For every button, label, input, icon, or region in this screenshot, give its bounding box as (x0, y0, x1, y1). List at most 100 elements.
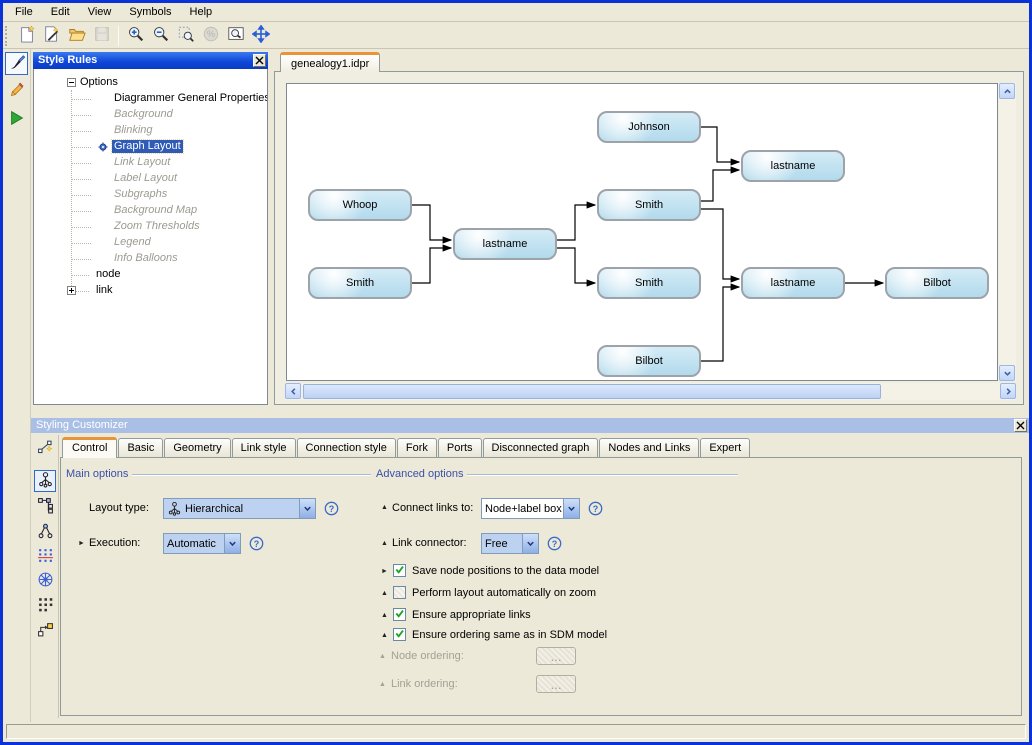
horizontal-scrollbar[interactable] (285, 383, 1016, 400)
execution-value: Automatic (167, 538, 216, 550)
radial-layout-button[interactable] (34, 522, 56, 544)
circular-layout-button[interactable] (34, 570, 56, 592)
tree-row-legend: Legend (34, 235, 267, 251)
edit-link-button[interactable] (34, 437, 56, 459)
tree-item-zoom-thresholds[interactable]: Zoom Thresholds (112, 220, 202, 233)
menu-help[interactable]: Help (181, 4, 222, 21)
zoom-out-button[interactable] (148, 24, 173, 48)
style-wizard-button[interactable] (39, 24, 64, 48)
diagram-node-bilbot1[interactable]: Bilbot (885, 267, 989, 299)
collapse-icon[interactable] (67, 78, 76, 87)
tree-item-diagrammer-general-properties[interactable]: Diagrammer General Properties (112, 92, 268, 105)
scroll-right-button[interactable] (1000, 383, 1016, 399)
diagram-node-bilbot2[interactable]: Bilbot (597, 345, 701, 377)
link-connector-help-button[interactable]: ? (547, 536, 562, 551)
dropdown-arrow-icon[interactable] (522, 534, 538, 553)
diagram-node-smith2[interactable]: Smith (308, 267, 412, 299)
layout-type-select[interactable]: Hierarchical (163, 498, 316, 519)
tree-item-node[interactable]: node (94, 268, 122, 281)
tree-item-link[interactable]: link (94, 284, 115, 297)
zoom-in-button[interactable] (123, 24, 148, 48)
styling-customizer-titlebar[interactable]: Styling Customizer (31, 418, 1029, 433)
style-edit-mode-button[interactable] (5, 52, 28, 75)
link-layout-button[interactable] (34, 620, 56, 642)
tab-fork[interactable]: Fork (397, 438, 437, 457)
zoom-area-button[interactable] (173, 24, 198, 48)
tree-guide-stub (71, 227, 91, 228)
dropdown-arrow-icon[interactable] (563, 499, 579, 518)
checkbox-save-node-positions-to-the-data-model[interactable] (393, 564, 406, 577)
tab-disconnected-graph[interactable]: Disconnected graph (483, 438, 599, 457)
checkbox-perform-layout-automatically-on-zoom[interactable] (393, 586, 406, 599)
menu-file[interactable]: File (6, 4, 42, 21)
tree-item-options[interactable]: Options (78, 76, 120, 89)
menu-symbols[interactable]: Symbols (120, 4, 180, 21)
diagram-canvas[interactable]: Johnson lastname Whoop Smith lastname Smith Sm… (286, 83, 998, 381)
connect-links-select[interactable]: Node+label box (481, 498, 580, 519)
tree-item-legend[interactable]: Legend (112, 236, 153, 249)
link-connector-select[interactable]: Free (481, 533, 539, 554)
tree-layout-button[interactable] (34, 496, 56, 518)
group-divider (132, 474, 371, 476)
execution-select[interactable]: Automatic (163, 533, 241, 554)
tree-item-label-layout[interactable]: Label Layout (112, 172, 179, 185)
diagram-node-lastname2[interactable]: lastname (453, 228, 557, 260)
hierarchical-layout-button[interactable] (34, 470, 56, 492)
dropdown-arrow-icon[interactable] (299, 499, 315, 518)
tab-link-style[interactable]: Link style (232, 438, 296, 457)
tab-basic[interactable]: Basic (118, 438, 163, 457)
expand-icon[interactable] (67, 286, 76, 295)
vertical-scrollbar[interactable] (999, 83, 1016, 381)
checkbox-label-ensure-appropriate-links: Ensure appropriate links (412, 609, 531, 622)
tree-item-graph-layout[interactable]: Graph Layout (112, 140, 183, 153)
tree-item-link-layout[interactable]: Link Layout (112, 156, 172, 169)
checkbox-ensure-ordering-same-as-in-sdm-model[interactable] (393, 628, 406, 641)
main-toolbar: % (3, 23, 1029, 49)
open-button[interactable] (64, 24, 89, 48)
property-marker: ► (381, 567, 388, 576)
gear-icon (98, 142, 108, 152)
close-style-rules-button[interactable] (253, 54, 266, 67)
tab-nodes-and-links[interactable]: Nodes and Links (599, 438, 699, 457)
tree-item-blinking[interactable]: Blinking (112, 124, 155, 137)
tree-item-info-balloons[interactable]: Info Balloons (112, 252, 180, 265)
dropdown-arrow-icon[interactable] (224, 534, 240, 553)
new-document-button[interactable] (14, 24, 39, 48)
checkbox-ensure-appropriate-links[interactable] (393, 608, 406, 621)
close-styling-customizer-button[interactable] (1014, 419, 1027, 432)
horizontal-scroll-thumb[interactable] (303, 384, 881, 399)
scroll-up-button[interactable] (999, 83, 1015, 99)
columns-layout-button[interactable] (34, 546, 56, 568)
fit-to-window-button[interactable] (223, 24, 248, 48)
diagram-node-lastname1[interactable]: lastname (741, 150, 845, 182)
style-rules-titlebar[interactable]: Style Rules (33, 52, 268, 69)
menu-view[interactable]: View (79, 4, 121, 21)
grid-layout-button[interactable] (34, 594, 56, 616)
connect-links-help-button[interactable]: ? (588, 501, 603, 516)
diagram-node-whoop[interactable]: Whoop (308, 189, 412, 221)
tab-connection-style[interactable]: Connection style (297, 438, 396, 457)
scroll-left-button[interactable] (285, 383, 301, 399)
document-tab[interactable]: genealogy1.idpr (280, 52, 380, 72)
scroll-down-button[interactable] (999, 365, 1015, 381)
pan-button[interactable] (248, 24, 273, 48)
advanced-options-group-header: Advanced options (376, 467, 738, 481)
edit-link-icon (37, 438, 54, 458)
tab-ports[interactable]: Ports (438, 438, 482, 457)
menu-edit[interactable]: Edit (42, 4, 79, 21)
tree-item-background-map[interactable]: Background Map (112, 204, 199, 217)
diagram-node-smith3[interactable]: Smith (597, 267, 701, 299)
diagram-node-johnson[interactable]: Johnson (597, 111, 701, 143)
tab-geometry[interactable]: Geometry (164, 438, 230, 457)
tree-item-subgraphs[interactable]: Subgraphs (112, 188, 169, 201)
tab-expert[interactable]: Expert (700, 438, 750, 457)
diagram-node-smith1[interactable]: Smith (597, 189, 701, 221)
edit-mode-button[interactable] (5, 80, 28, 103)
execution-help-button[interactable]: ? (249, 536, 264, 551)
tree-item-background[interactable]: Background (112, 108, 175, 121)
toolbar-separator (118, 26, 119, 46)
diagram-node-lastname3[interactable]: lastname (741, 267, 845, 299)
layout-type-help-button[interactable]: ? (324, 501, 339, 516)
run-button[interactable] (5, 108, 28, 131)
tab-control[interactable]: Control (62, 437, 117, 458)
